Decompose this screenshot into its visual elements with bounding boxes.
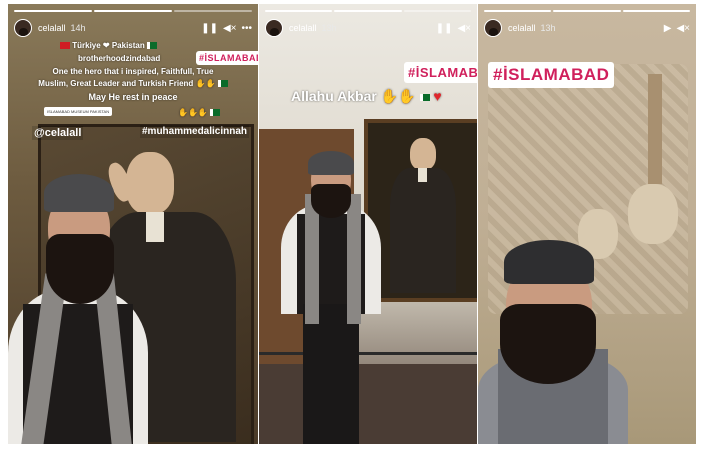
railing — [259, 352, 477, 355]
portrait-coat — [390, 168, 456, 293]
person-beard — [311, 184, 351, 218]
story-panel-2[interactable]: celalall 13h ❚❚ ◀× #İSLAMAB Allahu Akbar… — [259, 4, 477, 444]
hands-emoji-icon: ✋✋ — [195, 79, 216, 88]
avatar[interactable] — [14, 19, 32, 37]
person-beanie — [44, 174, 114, 212]
username[interactable]: celalall — [508, 23, 536, 33]
progress-segment — [622, 10, 690, 12]
pakistan-flag-icon — [217, 80, 228, 88]
caption-line-5: May He rest in peace — [88, 92, 178, 102]
progress-segment — [484, 10, 552, 12]
mute-icon[interactable]: ◀× — [223, 23, 237, 34]
mention-tag[interactable]: @celalall — [32, 126, 84, 140]
heart-icon: ♥ — [433, 88, 442, 104]
location-tag[interactable]: #İSLAMAB — [404, 62, 477, 83]
progress-segment — [265, 10, 333, 12]
pause-icon[interactable]: ❚❚ — [436, 23, 453, 34]
progress-segment — [14, 10, 92, 12]
caption-line-3: One the hero that i inspired, Faithfull,… — [52, 67, 214, 76]
more-icon[interactable]: ••• — [241, 23, 252, 34]
mute-icon[interactable]: ◀× — [676, 23, 690, 34]
pakistan-flag-icon — [419, 93, 430, 101]
caption: Allahu Akbar ✋✋ ♥ — [291, 88, 442, 104]
portrait-collar — [146, 212, 164, 242]
location-tag[interactable]: #İSLAMABAD — [488, 62, 615, 88]
story-header: celalall 14h ❚❚ ◀× ••• — [14, 18, 252, 38]
person-beanie — [504, 240, 594, 284]
progress-segment — [334, 10, 402, 12]
story-progress — [265, 10, 471, 12]
progress-segment — [553, 10, 621, 12]
hashtag[interactable]: #muhammedalicinnah — [140, 125, 250, 138]
pakistan-flag-icon — [210, 109, 221, 117]
story-header: celalall 13h ❚❚ ◀× — [265, 18, 471, 38]
pause-icon[interactable]: ❚❚ — [201, 23, 218, 34]
avatar[interactable] — [265, 19, 283, 37]
timestamp: 14h — [70, 23, 86, 33]
username[interactable]: celalall — [38, 23, 66, 33]
progress-segment — [403, 10, 471, 12]
relief-face — [628, 184, 678, 244]
story-progress — [14, 10, 252, 12]
person-beard — [46, 234, 114, 304]
person-beanie — [308, 151, 354, 175]
caption-line-4: Muslim, Great Leader and Turkish Friend … — [14, 79, 252, 88]
location-sticker-small[interactable]: ISLAMABAD MUSEUM PAKISTAN — [44, 107, 113, 116]
progress-segment — [174, 10, 252, 12]
avatar[interactable] — [484, 19, 502, 37]
play-icon[interactable]: ▶ — [664, 23, 672, 34]
timestamp: 13h — [540, 23, 556, 33]
story-panel-1[interactable]: celalall 14h ❚❚ ◀× ••• Türkiye ❤ Pakista… — [8, 4, 258, 444]
hands-emoji-icon: ✋✋ — [380, 88, 416, 104]
location-tag[interactable]: #İSLAMABAD — [196, 51, 258, 65]
story-panel-3[interactable]: celalall 13h ▶ ◀× #İSLAMABAD — [478, 4, 696, 444]
pakistan-flag-icon — [146, 42, 157, 50]
emoji-row: ✋✋✋ — [178, 108, 221, 117]
portrait-face — [410, 138, 436, 170]
caption-line-1: Türkiye ❤ Pakistan — [60, 41, 157, 50]
person-trousers — [303, 304, 359, 444]
mute-icon[interactable]: ◀× — [457, 23, 471, 34]
minaret-relief — [648, 74, 662, 184]
floor — [259, 364, 477, 444]
username[interactable]: celalall — [289, 23, 317, 33]
portrait-collar — [418, 168, 427, 182]
turkey-flag-icon — [60, 42, 70, 50]
person-scarf — [347, 194, 361, 324]
progress-segment — [94, 10, 172, 12]
person-beard — [500, 304, 596, 384]
portrait-face — [126, 152, 174, 214]
story-progress — [484, 10, 690, 12]
timestamp: 13h — [321, 23, 337, 33]
story-header: celalall 13h ▶ ◀× — [484, 18, 690, 38]
caption-line-2: brotherhoodzindabad — [78, 54, 161, 63]
